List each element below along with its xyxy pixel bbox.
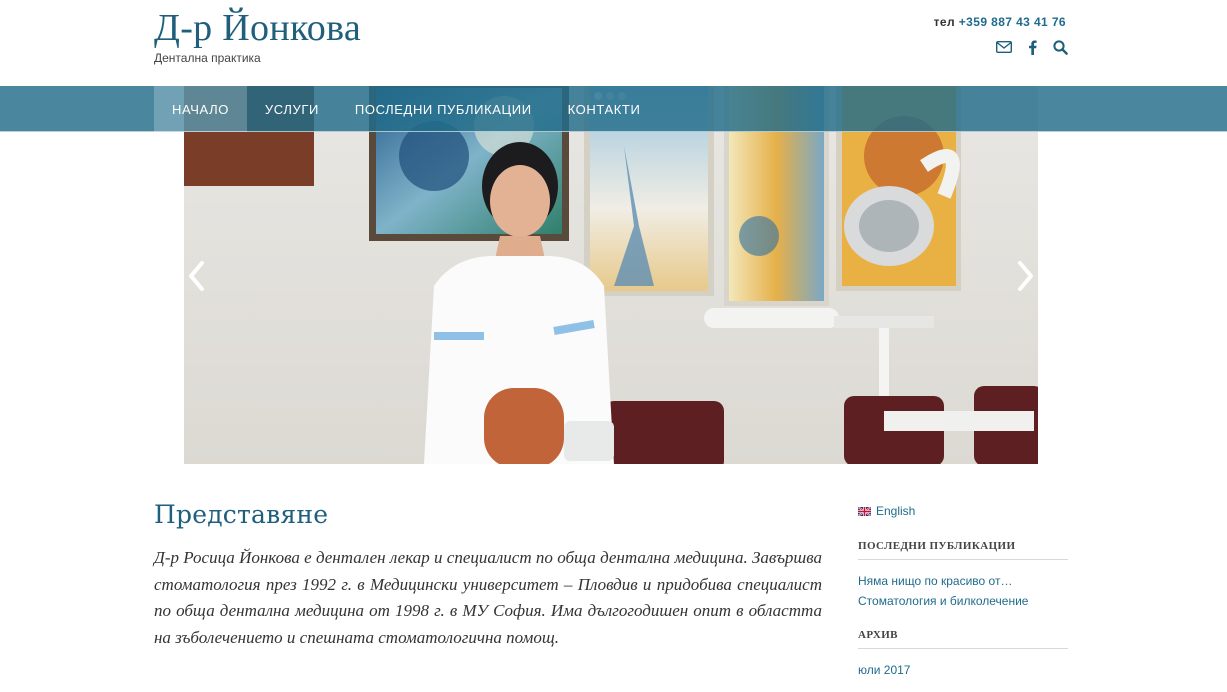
site-title[interactable]: Д-р Йонкова	[154, 6, 361, 50]
envelope-icon[interactable]	[995, 38, 1013, 56]
recent-post-link[interactable]: Няма нищо по красиво от…	[858, 571, 1068, 591]
language-switch[interactable]: English	[858, 504, 1068, 518]
page-heading: Представяне	[154, 500, 329, 529]
archive-title: АРХИВ	[858, 629, 1068, 649]
header-icons	[995, 38, 1069, 56]
site-header: Д-р Йонкова Дентална практика тел +359 8…	[0, 0, 1227, 86]
facebook-icon[interactable]	[1023, 38, 1041, 56]
site-tagline: Дентална практика	[154, 51, 261, 65]
uk-flag-icon	[858, 506, 871, 516]
slide-photo	[184, 86, 1038, 464]
recent-post-link[interactable]: Стоматология и билколечение	[858, 591, 1068, 611]
nav-item-home[interactable]: НАЧАЛО	[154, 86, 247, 132]
phone-number[interactable]: +359 887 43 41 76	[959, 15, 1066, 29]
nav-item-recent-posts[interactable]: ПОСЛЕДНИ ПУБЛИКАЦИИ	[337, 86, 550, 132]
nav-menu: НАЧАЛО УСЛУГИ ПОСЛЕДНИ ПУБЛИКАЦИИ КОНТАК…	[154, 86, 658, 132]
search-icon[interactable]	[1051, 38, 1069, 56]
nav-item-contacts[interactable]: КОНТАКТИ	[550, 86, 659, 132]
recent-posts-title: ПОСЛЕДНИ ПУБЛИКАЦИИ	[858, 540, 1068, 560]
language-link[interactable]: English	[876, 504, 915, 518]
main-content: Представяне Д-р Росица Йонкова е дентале…	[154, 500, 822, 651]
main-navigation: НАЧАЛО УСЛУГИ ПОСЛЕДНИ ПУБЛИКАЦИИ КОНТАК…	[0, 86, 1227, 132]
phone-info: тел +359 887 43 41 76	[934, 15, 1066, 29]
image-slider[interactable]	[184, 86, 1038, 464]
sidebar: English ПОСЛЕДНИ ПУБЛИКАЦИИ Няма нищо по…	[858, 504, 1068, 692]
phone-label: тел	[933, 15, 956, 29]
archive-link[interactable]: юли 2017	[858, 660, 1068, 680]
nav-item-services[interactable]: УСЛУГИ	[247, 86, 337, 132]
slider-next-arrow-icon[interactable]	[1012, 256, 1038, 296]
archive-list: юли 2017	[858, 660, 1068, 680]
slider-prev-arrow-icon[interactable]	[184, 256, 210, 296]
recent-posts-list: Няма нищо по красиво от… Стоматология и …	[858, 571, 1068, 611]
intro-paragraph: Д-р Росица Йонкова е дентален лекар и сп…	[154, 548, 822, 647]
